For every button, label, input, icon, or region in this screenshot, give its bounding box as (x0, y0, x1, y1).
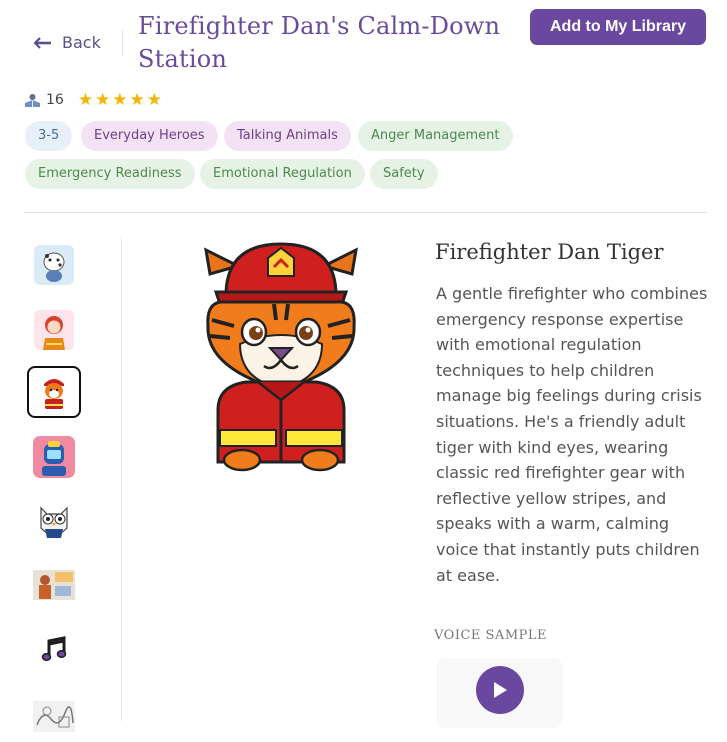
owl-icon (40, 506, 68, 538)
play-icon (494, 682, 507, 698)
character-description: A gentle firefighter who combines emerge… (436, 284, 708, 585)
red-haired-firefighter-icon (34, 310, 74, 350)
back-button[interactable]: Back (34, 33, 101, 52)
star-rating: ★★★★★ (77, 90, 165, 110)
reader-count: 16 (46, 92, 64, 108)
arrow-left-icon (34, 36, 51, 49)
character-name: Firefighter Dan Tiger (435, 240, 664, 264)
thumbnail-voice-sample[interactable] (27, 623, 81, 675)
firefighter-tiger-icon (44, 379, 64, 409)
section-divider (24, 212, 707, 213)
thumbnail-owl[interactable] (27, 496, 81, 548)
reader-icon (25, 93, 40, 107)
scene-illustration-icon (33, 570, 75, 600)
back-label: Back (62, 33, 101, 52)
thumbnail-sketch[interactable] (27, 690, 81, 742)
meta-row: 16 ★★★★★ (24, 90, 164, 110)
add-to-library-button[interactable]: Add to My Library (530, 9, 706, 45)
page-title: Firefighter Dan's Calm-Down Station (138, 12, 501, 73)
thumbnail-firefighter-girl[interactable] (27, 304, 81, 356)
music-note-icon (41, 636, 67, 661)
tag-emergency-readiness[interactable]: Emergency Readiness (25, 159, 195, 189)
robot-helmet-icon (33, 436, 75, 478)
dalmatian-dog-icon (34, 245, 74, 285)
tag-safety[interactable]: Safety (370, 159, 438, 189)
voice-sample-label: VOICE SAMPLE (434, 628, 547, 643)
thumbnail-scene[interactable] (27, 559, 81, 611)
tag-emotional-regulation[interactable]: Emotional Regulation (200, 159, 365, 189)
thumbnail-robot[interactable] (27, 431, 81, 483)
play-voice-button[interactable] (476, 666, 524, 714)
header-divider (122, 30, 123, 56)
sidebar-divider (121, 237, 122, 721)
thumbnail-tiger-selected[interactable] (27, 366, 81, 418)
tag-anger-management[interactable]: Anger Management (358, 121, 513, 151)
tag-everyday-heroes[interactable]: Everyday Heroes (81, 121, 218, 151)
thumbnail-dalmatian[interactable] (27, 239, 81, 291)
sketch-illustration-icon (33, 700, 75, 732)
firefighter-tiger-icon (204, 242, 358, 472)
tag-talking-animals[interactable]: Talking Animals (224, 121, 351, 151)
tag-age[interactable]: 3-5 (25, 121, 73, 151)
